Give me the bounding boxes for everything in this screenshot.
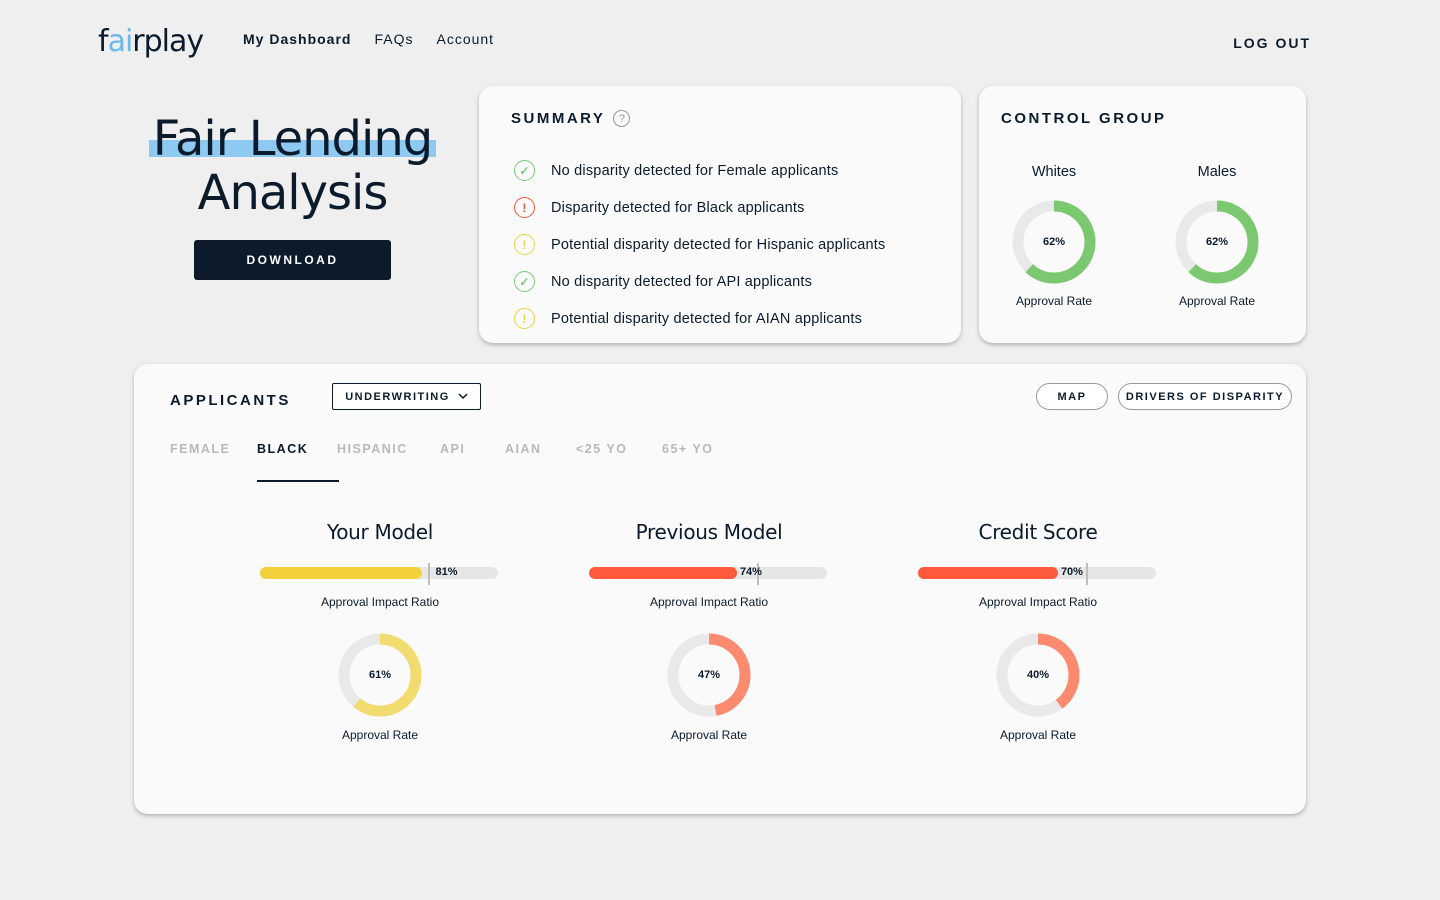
donut-value: 62% <box>1042 236 1066 248</box>
tab-hispanic[interactable]: HISPANIC <box>337 442 440 482</box>
tab-label: BLACK <box>257 442 309 456</box>
model-panel: Your Model 81% Approval Impact Ratio 61%… <box>260 520 500 742</box>
tab-65-yo[interactable]: 65+ YO <box>662 442 722 482</box>
model-title: Your Model <box>326 520 434 544</box>
summary-item: ! Disparity detected for Black applicants <box>514 189 885 226</box>
bar-value: 74% <box>739 566 762 578</box>
donut-value: 40% <box>1026 669 1050 681</box>
approval-rate-donut: 62% <box>1174 199 1260 285</box>
applicants-card: APPLICANTS UNDERWRITING MAP DRIVERS OF D… <box>134 364 1306 814</box>
tab-label: HISPANIC <box>337 442 408 456</box>
bar-caption: Approval Impact Ratio <box>978 595 1098 609</box>
bar-caption: Approval Impact Ratio <box>320 595 440 609</box>
control-group-item: Males 62% Approval Rate <box>1157 164 1277 308</box>
nav-my-dashboard[interactable]: My Dashboard <box>243 31 351 47</box>
logout-button[interactable]: LOG OUT <box>1233 35 1311 51</box>
help-icon[interactable]: ? <box>613 110 631 127</box>
summary-card: SUMMARY? ✓ No disparity detected for Fema… <box>479 86 961 343</box>
donut-value: 62% <box>1205 236 1229 248</box>
control-group-name: Whites <box>1031 164 1077 180</box>
threshold-marker <box>1085 563 1088 585</box>
donut-caption: Approval Rate <box>1178 294 1256 308</box>
tab-25-yo[interactable]: <25 YO <box>576 442 662 482</box>
chevron-down-icon <box>458 391 468 403</box>
donut-caption: Approval Rate <box>999 728 1077 742</box>
threshold-marker <box>427 563 430 585</box>
warning-circle-icon: ! <box>514 308 535 329</box>
applicants-title: APPLICANTS <box>170 392 291 409</box>
dropdown-label: UNDERWRITING <box>345 390 450 403</box>
bar-fill <box>260 567 422 579</box>
check-circle-icon: ✓ <box>514 271 535 292</box>
control-group-name: Males <box>1197 164 1237 180</box>
donut-value: 47% <box>697 669 721 681</box>
download-button[interactable]: DOWNLOAD <box>194 240 391 280</box>
summary-item-text: Potential disparity detected for AIAN ap… <box>551 310 863 327</box>
model-title: Previous Model <box>635 520 783 544</box>
summary-item: ! Potential disparity detected for AIAN a… <box>514 300 885 337</box>
approval-rate-donut: 62% <box>1011 199 1097 285</box>
approval-impact-ratio-bar: 74% <box>589 561 827 585</box>
main-nav: My Dashboard FAQs Account <box>243 31 494 47</box>
summary-item-text: No disparity detected for Female applica… <box>551 162 839 179</box>
approval-rate-donut: 40% <box>995 632 1081 718</box>
page-title-line2: Analysis <box>197 165 389 221</box>
bar-fill <box>589 567 737 579</box>
summary-item: ✓ No disparity detected for Female applic… <box>514 152 885 189</box>
tab-female[interactable]: FEMALE <box>170 442 257 482</box>
approval-impact-ratio-bar: 70% <box>918 561 1156 585</box>
tab-label: FEMALE <box>170 442 231 456</box>
tab-label: API <box>440 442 466 456</box>
bar-fill <box>918 567 1058 579</box>
fairplay-logo[interactable]: fairplay <box>98 24 204 59</box>
page-title-line1: Fair Lending <box>148 111 436 167</box>
drivers-of-disparity-button[interactable]: DRIVERS OF DISPARITY <box>1118 383 1292 410</box>
control-group-title: CONTROL GROUP <box>1001 110 1167 127</box>
nav-account[interactable]: Account <box>436 31 494 47</box>
nav-faqs[interactable]: FAQs <box>374 31 413 47</box>
tab-black[interactable]: BLACK <box>257 442 339 482</box>
summary-list: ✓ No disparity detected for Female applic… <box>514 152 885 337</box>
tab-label: AIAN <box>505 442 542 456</box>
model-title: Credit Score <box>978 520 1098 544</box>
control-group-item: Whites 62% Approval Rate <box>994 164 1114 308</box>
summary-item-text: Disparity detected for Black applicants <box>551 199 805 216</box>
donut-caption: Approval Rate <box>1015 294 1093 308</box>
approval-impact-ratio-bar: 81% <box>260 561 498 585</box>
summary-item-text: Potential disparity detected for Hispani… <box>551 236 886 253</box>
approval-rate-donut: 47% <box>666 632 752 718</box>
tab-label: 65+ YO <box>662 442 714 456</box>
page-title: Fair Lending Analysis <box>140 112 445 220</box>
bar-value: 81% <box>435 566 458 578</box>
summary-item: ✓ No disparity detected for API applicant… <box>514 263 885 300</box>
tab-aian[interactable]: AIAN <box>505 442 576 482</box>
bar-value: 70% <box>1060 566 1083 578</box>
error-circle-icon: ! <box>514 197 535 218</box>
group-tabs: FEMALE BLACK HISPANIC API AIAN <25 YO 65+ YO <box>170 442 722 482</box>
control-group-card: CONTROL GROUP Whites 62% Approval Rate Ma… <box>979 86 1306 343</box>
bar-caption: Approval Impact Ratio <box>649 595 769 609</box>
check-circle-icon: ✓ <box>514 160 535 181</box>
donut-value: 61% <box>368 669 392 681</box>
tab-api[interactable]: API <box>440 442 505 482</box>
model-panel: Previous Model 74% Approval Impact Ratio… <box>589 520 829 742</box>
underwriting-dropdown[interactable]: UNDERWRITING <box>332 383 481 410</box>
summary-item: ! Potential disparity detected for Hispan… <box>514 226 885 263</box>
tab-label: <25 YO <box>576 442 628 456</box>
warning-circle-icon: ! <box>514 234 535 255</box>
map-button[interactable]: MAP <box>1036 383 1108 410</box>
model-panel: Credit Score 70% Approval Impact Ratio 4… <box>918 520 1158 742</box>
approval-rate-donut: 61% <box>337 632 423 718</box>
donut-caption: Approval Rate <box>670 728 748 742</box>
summary-item-text: No disparity detected for API applicants <box>551 273 813 290</box>
donut-caption: Approval Rate <box>341 728 419 742</box>
summary-title: SUMMARY <box>511 110 606 127</box>
